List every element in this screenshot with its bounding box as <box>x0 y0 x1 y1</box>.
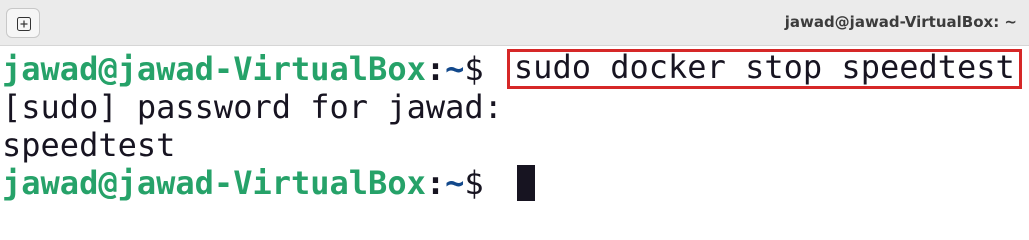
terminal-body[interactable]: jawad@jawad-VirtualBox: ~ $ sudo docker st… <box>0 46 1029 209</box>
terminal-window: jawad@jawad-VirtualBox: ~ jawad@jawad-Vi… <box>0 0 1029 209</box>
prompt-separator: : <box>425 50 446 88</box>
title-bar: jawad@jawad-VirtualBox: ~ <box>0 0 1029 46</box>
output-line: speedtest <box>2 126 176 164</box>
prompt-separator: : <box>425 164 446 202</box>
prompt-path: ~ <box>445 50 465 88</box>
new-tab-icon <box>17 17 31 31</box>
window-title: jawad@jawad-VirtualBox: ~ <box>784 13 1017 31</box>
prompt-user-host: jawad@jawad-VirtualBox <box>2 50 426 88</box>
prompt-path: ~ <box>445 164 465 202</box>
prompt-dollar: $ <box>464 164 503 202</box>
prompt-user-host: jawad@jawad-VirtualBox <box>2 164 426 202</box>
new-tab-button[interactable] <box>6 8 40 38</box>
prompt-line: jawad@jawad-VirtualBox: ~ $ sudo docker st… <box>0 49 1029 89</box>
terminal-cursor <box>516 165 535 201</box>
output-line: [sudo] password for jawad: <box>2 88 503 126</box>
prompt-dollar: $ <box>464 50 503 88</box>
prompt-line: jawad@jawad-VirtualBox: ~ $ <box>0 164 1029 202</box>
highlighted-command: sudo docker stop speedtest <box>506 49 1022 89</box>
